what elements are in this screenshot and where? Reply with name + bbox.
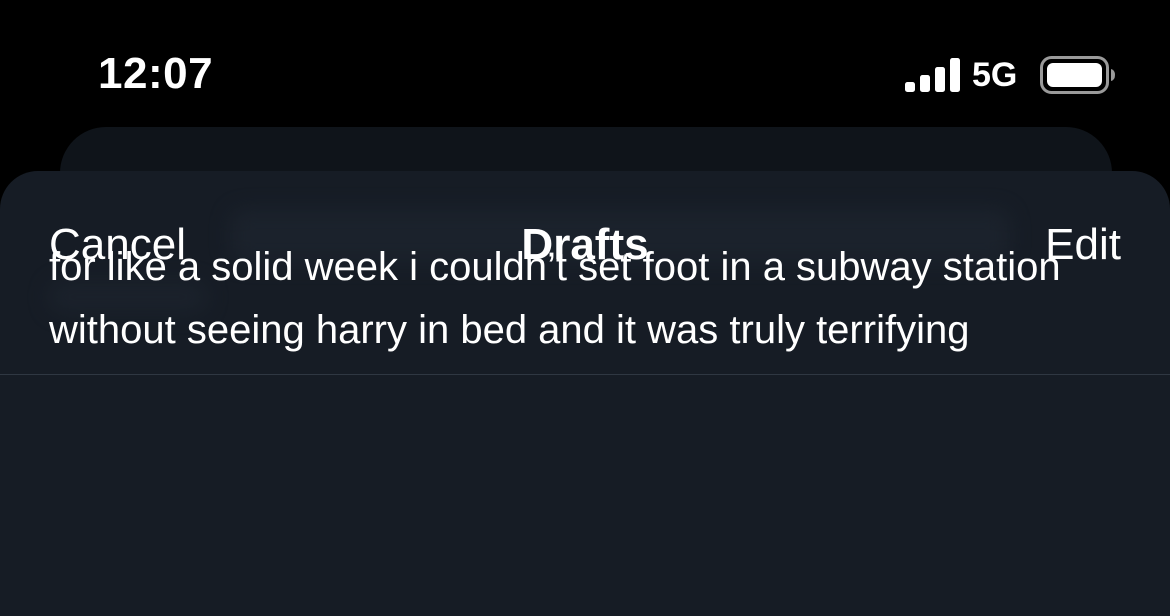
draft-list-item[interactable] [0,375,1170,616]
network-label: 5G [972,56,1018,94]
draft-text: for like a solid week i couldn’t set foo… [49,245,1061,352]
status-time: 12:07 [98,49,214,98]
battery-icon [1040,56,1115,94]
status-bar: 12:07 5G [0,0,1170,130]
cellular-signal-icon [905,58,960,92]
screen: 12:07 5G Cancel Drafts Edit for like a s… [0,0,1170,616]
